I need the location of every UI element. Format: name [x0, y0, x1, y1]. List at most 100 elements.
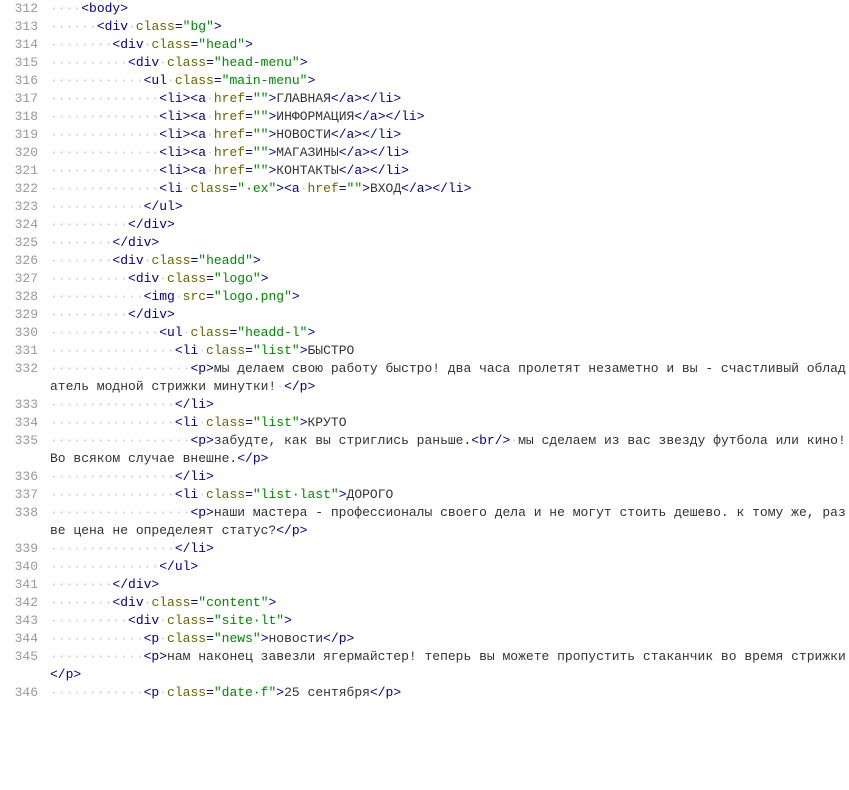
code-line[interactable]: ········</div> — [50, 576, 849, 594]
line-number: 331 — [0, 342, 38, 360]
token-tag: = — [206, 631, 214, 646]
code-line[interactable]: ··············<li><a·href="">ИНФОРМАЦИЯ<… — [50, 108, 849, 126]
code-line[interactable]: ··········<div·class="logo"> — [50, 270, 849, 288]
token-txt: ДОРОГО — [347, 487, 394, 502]
token-tag: > — [261, 271, 269, 286]
token-ws: ·············· — [50, 559, 159, 574]
token-ws: · — [206, 145, 214, 160]
token-tag: </p> — [284, 379, 315, 394]
token-str: "content" — [198, 595, 268, 610]
code-line[interactable]: ··········</div> — [50, 216, 849, 234]
token-tag: <div — [128, 55, 159, 70]
token-ws: ········ — [50, 253, 112, 268]
token-str: "list·last" — [253, 487, 339, 502]
token-ws: ·············· — [50, 325, 159, 340]
token-ws: · — [206, 127, 214, 142]
code-line[interactable]: ········<div·class="content"> — [50, 594, 849, 612]
token-attr: class — [206, 343, 245, 358]
code-line[interactable]: ················</li> — [50, 540, 849, 558]
code-line[interactable]: ··············<li><a·href="">ГЛАВНАЯ</a>… — [50, 90, 849, 108]
token-attr: class — [167, 613, 206, 628]
code-area[interactable]: ····<body>······<div·class="bg">········… — [50, 0, 849, 702]
code-line[interactable]: ··········</div> — [50, 306, 849, 324]
token-txt: БЫСТРО — [308, 343, 355, 358]
token-ws: ·············· — [50, 181, 159, 196]
line-gutter: 3123133143153163173183193203213223233243… — [0, 0, 50, 702]
token-ws: ········ — [50, 37, 112, 52]
code-line[interactable]: ··············<ul·class="headd-l"> — [50, 324, 849, 342]
code-line[interactable]: ············<ul·class="main-menu"> — [50, 72, 849, 90]
token-tag: > — [276, 685, 284, 700]
token-tag: <body> — [81, 1, 128, 16]
code-line[interactable]: ················<li·class="list">КРУТО — [50, 414, 849, 432]
code-line[interactable]: ············<p·class="news">новости</p> — [50, 630, 849, 648]
token-tag: = — [245, 127, 253, 142]
token-attr: class — [167, 55, 206, 70]
token-ws: ················ — [50, 415, 175, 430]
token-tag: > — [261, 631, 269, 646]
token-tag: </a></li> — [354, 109, 424, 124]
line-number: 329 — [0, 306, 38, 324]
token-ws: ·········· — [50, 613, 128, 628]
token-tag: <ul — [144, 73, 167, 88]
code-line[interactable]: ··············<li><a·href="">НОВОСТИ</a>… — [50, 126, 849, 144]
token-str: "head" — [198, 37, 245, 52]
code-line[interactable]: ················</li> — [50, 396, 849, 414]
token-str: "news" — [214, 631, 261, 646]
code-line[interactable]: ················</li> — [50, 468, 849, 486]
line-number: 316 — [0, 72, 38, 90]
code-line[interactable]: ········</div> — [50, 234, 849, 252]
token-tag: <div — [112, 37, 143, 52]
token-ws: ················ — [50, 397, 175, 412]
token-tag: <p — [144, 685, 160, 700]
token-ws: ············ — [50, 685, 144, 700]
code-line[interactable]: ··················<p>мы делаем свою рабо… — [50, 360, 849, 396]
code-line[interactable]: ············</ul> — [50, 198, 849, 216]
line-number: 337 — [0, 486, 38, 504]
line-number: 332 — [0, 360, 38, 378]
token-ws: · — [159, 685, 167, 700]
token-attr: class — [151, 37, 190, 52]
code-line[interactable]: ··········<div·class="site·lt"> — [50, 612, 849, 630]
token-tag: <p> — [190, 505, 213, 520]
token-tag: > — [307, 325, 315, 340]
token-ws: ················ — [50, 343, 175, 358]
token-ws: · — [198, 343, 206, 358]
token-ws: ······ — [50, 19, 97, 34]
code-line[interactable]: ········<div·class="head"> — [50, 36, 849, 54]
token-tag: </a></li> — [401, 181, 471, 196]
token-tag: </a></li> — [331, 127, 401, 142]
line-number — [0, 522, 38, 540]
code-line[interactable]: ··················<p>наши мастера - проф… — [50, 504, 849, 540]
code-line[interactable]: ··········<div·class="head-menu"> — [50, 54, 849, 72]
code-line[interactable]: ··············<li><a·href="">КОНТАКТЫ</a… — [50, 162, 849, 180]
line-number: 322 — [0, 180, 38, 198]
code-line[interactable]: ············<p>нам наконец завезли ягерм… — [50, 648, 849, 684]
line-number: 319 — [0, 126, 38, 144]
line-number: 335 — [0, 432, 38, 450]
code-line[interactable]: ············<p·class="date·f">25 сентябр… — [50, 684, 849, 702]
code-line[interactable]: ················<li·class="list·last">ДО… — [50, 486, 849, 504]
token-txt: новости — [269, 631, 324, 646]
token-attr: src — [183, 289, 206, 304]
token-tag: = — [245, 415, 253, 430]
token-tag: </ul> — [144, 199, 183, 214]
token-tag: <li><a — [159, 145, 206, 160]
token-tag: > — [292, 289, 300, 304]
code-line[interactable]: ················<li·class="list">БЫСТРО — [50, 342, 849, 360]
code-line[interactable]: ········<div·class="headd"> — [50, 252, 849, 270]
code-line[interactable]: ····<body> — [50, 0, 849, 18]
token-ws: ·············· — [50, 163, 159, 178]
code-line[interactable]: ··············</ul> — [50, 558, 849, 576]
token-ws: ············ — [50, 73, 144, 88]
token-tag: > — [284, 613, 292, 628]
code-line[interactable]: ··················<p>забудте, как вы стр… — [50, 432, 849, 468]
token-attr: class — [167, 631, 206, 646]
token-ws: · — [128, 19, 136, 34]
line-number: 313 — [0, 18, 38, 36]
code-line[interactable]: ······<div·class="bg"> — [50, 18, 849, 36]
token-tag: <div — [128, 271, 159, 286]
code-line[interactable]: ············<img·src="logo.png"> — [50, 288, 849, 306]
code-line[interactable]: ··············<li><a·href="">МАГАЗИНЫ</a… — [50, 144, 849, 162]
code-line[interactable]: ··············<li·class="·ex"><a·href=""… — [50, 180, 849, 198]
